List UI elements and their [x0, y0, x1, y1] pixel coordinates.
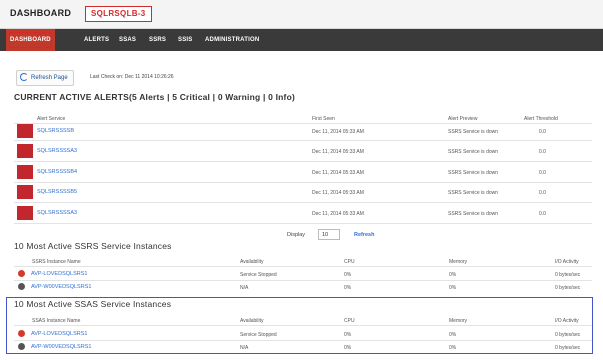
status-stopped-icon	[18, 270, 25, 277]
ssrs-availability: Service Stopped	[240, 272, 277, 278]
refresh-page-label: Refresh Page	[31, 75, 68, 81]
divider	[14, 266, 592, 267]
divider	[14, 123, 592, 124]
critical-alert-icon	[17, 144, 33, 158]
alert-threshold: 0.0	[539, 190, 546, 196]
ssas-memory: 0%	[449, 345, 457, 351]
ssas-header-name: SSAS Instance Name	[32, 318, 81, 324]
nav-administration[interactable]: ADMINISTRATION	[205, 29, 259, 51]
alert-threshold: 0.0	[539, 149, 546, 155]
divider	[14, 202, 592, 203]
status-unknown-icon	[18, 283, 25, 290]
display-label: Display	[287, 232, 306, 238]
ssrs-instance-link[interactable]: AVP-LOVEDSQLSRS1	[31, 271, 87, 277]
main-nav: DASHBOARD ALERTS SSAS SSRS SSIS ADMINIST…	[0, 29, 603, 51]
divider	[14, 280, 592, 281]
ssas-availability: Service Stopped	[240, 332, 277, 338]
alert-service-link[interactable]: SQLSRSSSSA3	[37, 148, 77, 154]
ssas-io: 0 bytes/sec	[555, 345, 581, 351]
critical-alert-icon	[17, 165, 33, 179]
alert-preview: SSRS Service is down	[448, 149, 499, 155]
nav-ssrs[interactable]: SSRS	[149, 29, 166, 51]
alerts-header-threshold: Alert Threshold	[524, 116, 558, 122]
ssas-memory: 0%	[449, 332, 457, 338]
ssas-cpu: 0%	[344, 345, 352, 351]
alert-threshold: 0.0	[539, 170, 546, 176]
divider	[14, 140, 592, 141]
ssrs-memory: 0%	[449, 285, 457, 291]
ssas-instance-link[interactable]: AVP-W00VEDSQLSRS1	[31, 344, 91, 350]
refresh-page-button[interactable]: Refresh Page	[16, 70, 74, 86]
alert-service-link[interactable]: SQLSRSSSSB	[37, 128, 74, 134]
alert-first-seen: Dec 11, 2014 05:33 AM	[312, 211, 364, 217]
ssrs-instance-link[interactable]: AVP-W00VEDSQLSRS1	[31, 284, 91, 290]
ssas-availability: N/A	[240, 345, 249, 351]
ssrs-section-title: 10 Most Active SSRS Service Instances	[14, 241, 172, 251]
alert-threshold: 0.0	[539, 129, 546, 135]
alert-preview: SSRS Service is down	[448, 211, 499, 217]
critical-alert-icon	[17, 124, 33, 138]
ssrs-header-io: I/O Activity	[555, 259, 579, 265]
alerts-title: CURRENT ACTIVE ALERTS(5 Alerts | 5 Criti…	[14, 92, 295, 102]
ssas-header-availability: Availability	[240, 318, 264, 324]
display-count-input[interactable]: 10	[318, 229, 340, 240]
alerts-header-preview: Alert Preview	[448, 116, 478, 122]
alert-first-seen: Dec 11, 2014 05:33 AM	[312, 190, 364, 196]
alert-preview: SSRS Service is down	[448, 190, 499, 196]
ssrs-io: 0 bytes/sec	[555, 272, 581, 278]
ssrs-memory: 0%	[449, 272, 457, 278]
ssrs-availability: N/A	[240, 285, 249, 291]
divider	[14, 182, 592, 183]
ssas-header-memory: Memory	[449, 318, 468, 324]
refresh-link[interactable]: Refresh	[354, 232, 374, 238]
alert-preview: SSRS Service is down	[448, 129, 499, 135]
alert-service-link[interactable]: SQLSRSSSSA3	[37, 210, 77, 216]
refresh-icon	[20, 73, 28, 81]
ssrs-cpu: 0%	[344, 272, 352, 278]
alerts-header-service: Alert Service	[37, 116, 66, 122]
status-unknown-icon	[18, 343, 25, 350]
ssas-io: 0 bytes/sec	[555, 332, 581, 338]
ssas-section-title: 10 Most Active SSAS Service Instances	[14, 299, 172, 309]
ssas-header-cpu: CPU	[344, 318, 355, 324]
alert-first-seen: Dec 11, 2014 05:33 AM	[312, 129, 364, 135]
last-check-text: Last Check on: Dec 11 2014 10:26:26	[90, 74, 174, 80]
ssrs-header-name: SSRS Instance Name	[32, 259, 81, 265]
top-bar: DASHBOARD SQLRSQLB-3	[0, 0, 603, 29]
divider	[14, 161, 592, 162]
alert-threshold: 0.0	[539, 211, 546, 217]
nav-ssas[interactable]: SSAS	[119, 29, 136, 51]
divider	[14, 325, 592, 326]
ssrs-header-cpu: CPU	[344, 259, 355, 265]
divider	[14, 223, 592, 224]
alert-service-link[interactable]: SQLSRSSSSB4	[37, 169, 77, 175]
ssrs-header-availability: Availability	[240, 259, 264, 265]
ssrs-io: 0 bytes/sec	[555, 285, 581, 291]
ssas-header-io: I/O Activity	[555, 318, 579, 324]
ssas-cpu: 0%	[344, 332, 352, 338]
divider	[14, 340, 592, 341]
nav-dashboard[interactable]: DASHBOARD	[6, 29, 55, 51]
alert-preview: SSRS Service is down	[448, 170, 499, 176]
alert-service-link[interactable]: SQLSRSSSSB5	[37, 189, 77, 195]
status-stopped-icon	[18, 330, 25, 337]
alerts-header-first-seen: First Seen	[312, 116, 335, 122]
critical-alert-icon	[17, 185, 33, 199]
nav-alerts[interactable]: ALERTS	[84, 29, 109, 51]
brand-title: DASHBOARD	[10, 8, 72, 18]
ssas-instance-link[interactable]: AVP-LOVEDSQLSRS1	[31, 331, 87, 337]
alert-first-seen: Dec 11, 2014 05:33 AM	[312, 170, 364, 176]
ssrs-header-memory: Memory	[449, 259, 468, 265]
alert-first-seen: Dec 11, 2014 05:33 AM	[312, 149, 364, 155]
critical-alert-icon	[17, 206, 33, 220]
ssrs-cpu: 0%	[344, 285, 352, 291]
instance-selector[interactable]: SQLRSQLB-3	[85, 6, 152, 22]
nav-ssis[interactable]: SSIS	[178, 29, 192, 51]
